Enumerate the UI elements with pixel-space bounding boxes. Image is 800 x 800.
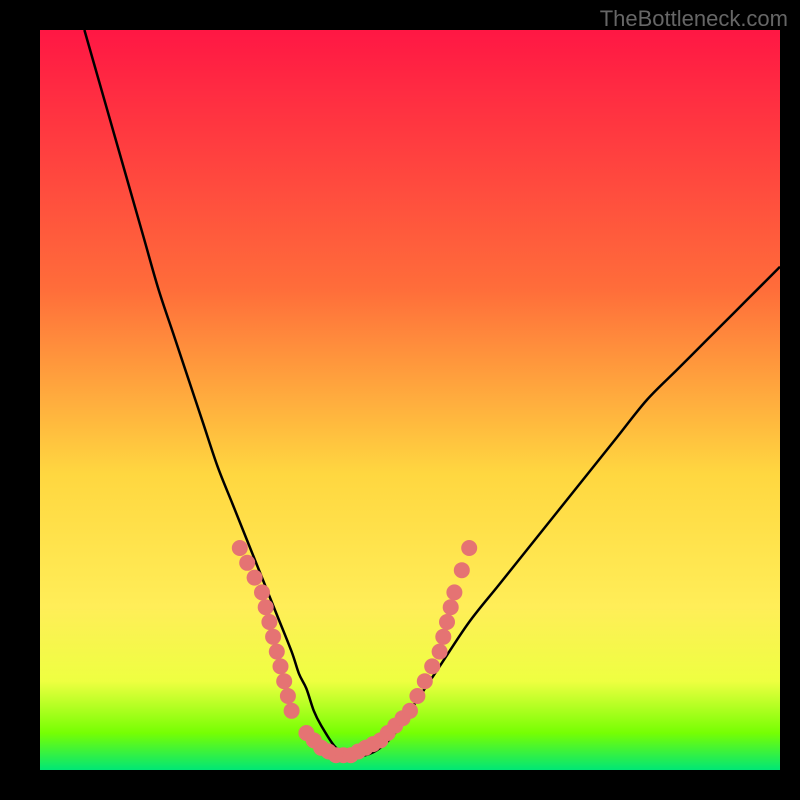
scatter-point [409,688,425,704]
scatter-point [258,599,274,615]
chart-svg [0,0,800,800]
watermark-text: TheBottleneck.com [600,6,788,32]
scatter-point [232,540,248,556]
plot-background [40,30,780,770]
chart-container: TheBottleneck.com [0,0,800,800]
scatter-point [454,562,470,578]
scatter-point [443,599,459,615]
scatter-point [424,658,440,674]
scatter-point [269,644,285,660]
scatter-point [461,540,477,556]
scatter-point [280,688,296,704]
scatter-point [247,570,263,586]
scatter-point [265,629,281,645]
scatter-point [254,584,270,600]
scatter-point [261,614,277,630]
scatter-point [432,644,448,660]
scatter-point [284,703,300,719]
scatter-point [435,629,451,645]
scatter-point [239,555,255,571]
scatter-point [402,703,418,719]
scatter-point [276,673,292,689]
scatter-point [417,673,433,689]
scatter-point [273,658,289,674]
scatter-point [446,584,462,600]
scatter-point [439,614,455,630]
